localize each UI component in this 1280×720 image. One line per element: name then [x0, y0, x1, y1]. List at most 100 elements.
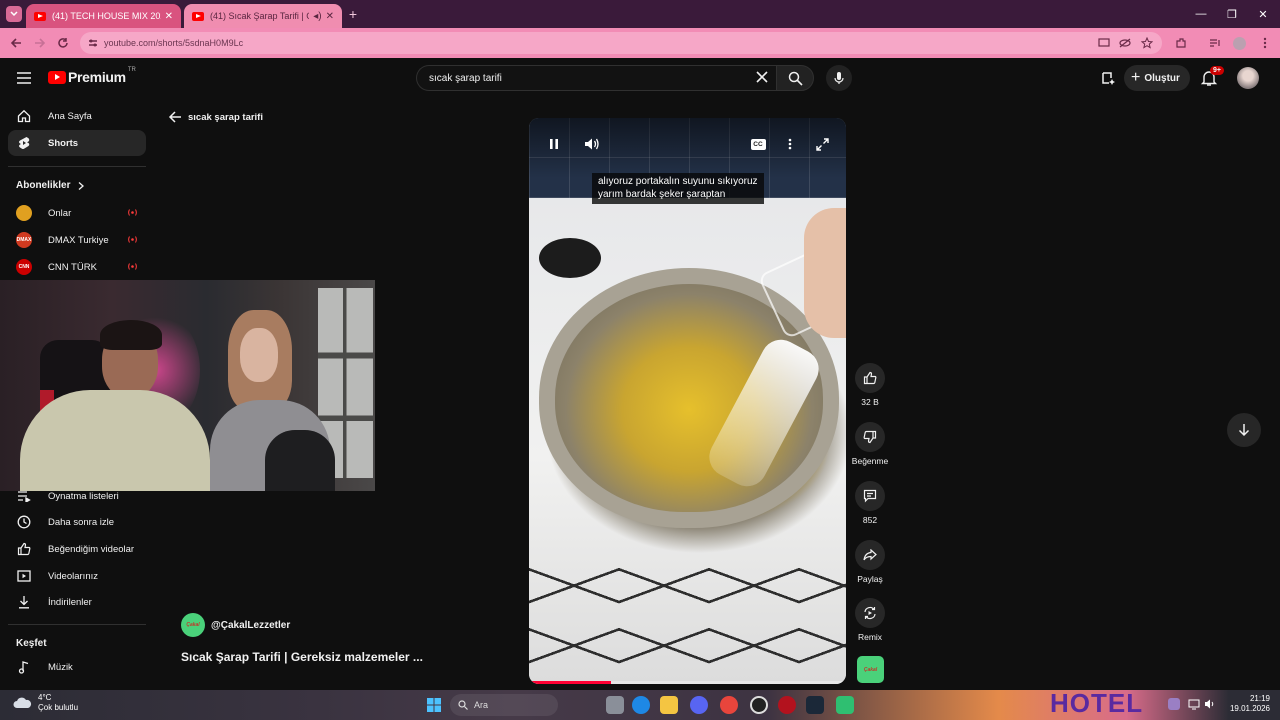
- volume-button[interactable]: [583, 135, 601, 153]
- profile-avatar-icon[interactable]: [1232, 36, 1246, 50]
- dislike-button[interactable]: [855, 422, 885, 452]
- sidebar-item-liked-videos[interactable]: Beğendiğim videolar: [8, 536, 146, 562]
- restore-button[interactable]: ❐: [1217, 0, 1247, 28]
- extensions-icon[interactable]: [1174, 36, 1188, 50]
- notification-count-badge: 9+: [1210, 66, 1224, 75]
- reload-button[interactable]: [55, 35, 71, 51]
- dislike-action[interactable]: Beğenme: [850, 422, 890, 466]
- clear-search-icon[interactable]: [754, 69, 770, 85]
- fullscreen-button[interactable]: [813, 135, 831, 153]
- tab-search-menu-button[interactable]: [6, 6, 22, 22]
- arrow-right-icon: [35, 38, 46, 48]
- discord-icon[interactable]: [690, 696, 708, 714]
- like-count: 32 B: [861, 397, 879, 407]
- more-options-button[interactable]: [781, 135, 799, 153]
- chrome-icon[interactable]: [720, 696, 738, 714]
- browser-tab-1[interactable]: (41) TECH HOUSE MIX 2025 (Fi ✕: [26, 4, 181, 28]
- back-to-search-link[interactable]: sıcak şarap tarifi: [168, 110, 263, 124]
- sidebar-item-watch-later[interactable]: Daha sonra izle: [8, 509, 146, 535]
- app-icon[interactable]: [778, 696, 796, 714]
- pause-button[interactable]: [545, 135, 563, 153]
- url-bar[interactable]: youtube.com/shorts/5sdnaH0M9Lc: [80, 32, 1162, 54]
- channel-thumbnail-button[interactable]: Çakal: [857, 656, 884, 683]
- close-window-button[interactable]: ✕: [1248, 0, 1278, 28]
- windows-start-icon[interactable]: [426, 697, 442, 713]
- bookmark-star-icon[interactable]: [1140, 36, 1154, 50]
- gemini-sparkle-icon[interactable]: [1100, 70, 1116, 86]
- eye-off-icon[interactable]: [1118, 36, 1132, 50]
- network-icon[interactable]: [1188, 698, 1200, 710]
- tab-audio-icon[interactable]: ◂): [313, 11, 321, 22]
- install-app-icon[interactable]: [1097, 36, 1111, 50]
- search-input[interactable]: sıcak şarap tarifi: [416, 65, 778, 91]
- sidebar-item-subscription[interactable]: Onlar: [8, 200, 146, 226]
- subscriptions-header[interactable]: Abonelikler: [16, 180, 86, 191]
- shorts-video-player[interactable]: CC alıyoruz portakalın suyunu sıkıyoruz …: [529, 118, 846, 684]
- app-icon[interactable]: [836, 696, 854, 714]
- tab-close-icon[interactable]: ✕: [326, 11, 334, 22]
- next-short-button[interactable]: [1227, 413, 1261, 447]
- youtube-favicon-icon: [192, 11, 204, 21]
- wallpaper-hotel-text: HOTEL: [1050, 688, 1144, 718]
- share-action[interactable]: Paylaş: [850, 540, 890, 584]
- obs-icon[interactable]: [750, 696, 768, 714]
- minimize-button[interactable]: —: [1186, 0, 1216, 28]
- taskbar-clock[interactable]: 21:19 19.01.2026: [1222, 694, 1270, 714]
- like-action[interactable]: 32 B: [850, 363, 890, 407]
- live-indicator-icon: [128, 209, 137, 216]
- like-button[interactable]: [855, 363, 885, 393]
- share-label: Paylaş: [857, 574, 883, 584]
- video-title[interactable]: Sıcak Şarap Tarifi | Gereksiz malzemeler…: [181, 650, 423, 664]
- site-info-icon[interactable]: [87, 37, 99, 49]
- sidebar-item-subscription[interactable]: CNN CNN TÜRK: [8, 254, 146, 280]
- sidebar-item-label: Müzik: [48, 661, 73, 673]
- video-progress-bar[interactable]: [529, 681, 846, 684]
- back-button[interactable]: [8, 35, 24, 51]
- arrow-left-icon: [10, 38, 21, 48]
- sidebar-item-label: Ana Sayfa: [48, 110, 92, 122]
- create-label: Oluştur: [1144, 72, 1180, 84]
- caption-line-1: alıyoruz portakalın suyunu sıkıyoruz: [598, 176, 758, 187]
- comment-icon: [863, 489, 877, 503]
- comments-button[interactable]: [855, 481, 885, 511]
- sidebar-item-label: Shorts: [48, 137, 79, 149]
- address-toolbar: youtube.com/shorts/5sdnaH0M9Lc: [0, 28, 1280, 58]
- sidebar-item-your-videos[interactable]: Videolarınız: [8, 563, 146, 589]
- channel-link[interactable]: Çakal @ÇakalLezzetler: [181, 613, 290, 637]
- account-avatar[interactable]: [1237, 67, 1259, 89]
- share-button[interactable]: [855, 540, 885, 570]
- file-explorer-icon[interactable]: [660, 696, 678, 714]
- sidebar-item-music[interactable]: Müzik: [8, 654, 146, 680]
- search-button[interactable]: [776, 65, 814, 91]
- forward-button[interactable]: [32, 35, 48, 51]
- tab-close-icon[interactable]: ✕: [165, 11, 173, 22]
- tray-app-icon[interactable]: [1168, 698, 1180, 710]
- youtube-premium-logo[interactable]: Premium TR: [48, 67, 136, 85]
- sidebar-item-home[interactable]: Ana Sayfa: [8, 103, 146, 129]
- video-icon: [16, 568, 32, 584]
- taskbar-search[interactable]: Ara: [450, 694, 558, 716]
- task-view-icon[interactable]: [606, 696, 624, 714]
- sidebar-item-shorts[interactable]: Shorts: [8, 130, 146, 156]
- captions-button[interactable]: CC: [749, 135, 767, 153]
- sidebar-item-label: Oynatma listeleri: [48, 490, 119, 502]
- create-button[interactable]: + Oluştur: [1124, 65, 1190, 91]
- search-value: sıcak şarap tarifi: [429, 72, 502, 84]
- weather-widget[interactable]: 4°C Çok bulutlu: [12, 693, 78, 713]
- media-controls-icon[interactable]: [1208, 36, 1222, 50]
- remix-action[interactable]: Remix: [850, 598, 890, 642]
- browser-menu-icon[interactable]: [1258, 36, 1272, 50]
- remix-button[interactable]: [855, 598, 885, 628]
- channel-avatar: CNN: [16, 259, 32, 275]
- edge-icon[interactable]: [632, 696, 650, 714]
- steam-icon[interactable]: [806, 696, 824, 714]
- comments-action[interactable]: 852: [850, 481, 890, 525]
- plus-icon: +: [1131, 69, 1141, 86]
- sidebar-item-subscription[interactable]: DMAX DMAX Turkiye: [8, 227, 146, 253]
- speaker-icon[interactable]: [1204, 698, 1216, 710]
- browser-tab-2-active[interactable]: (41) Sıcak Şarap Tarifi | Gere ◂) ✕: [184, 4, 342, 28]
- sidebar-item-downloads[interactable]: İndirilenler: [8, 589, 146, 615]
- voice-search-button[interactable]: [826, 65, 852, 91]
- new-tab-button[interactable]: +: [346, 7, 360, 21]
- menu-icon[interactable]: [16, 71, 32, 85]
